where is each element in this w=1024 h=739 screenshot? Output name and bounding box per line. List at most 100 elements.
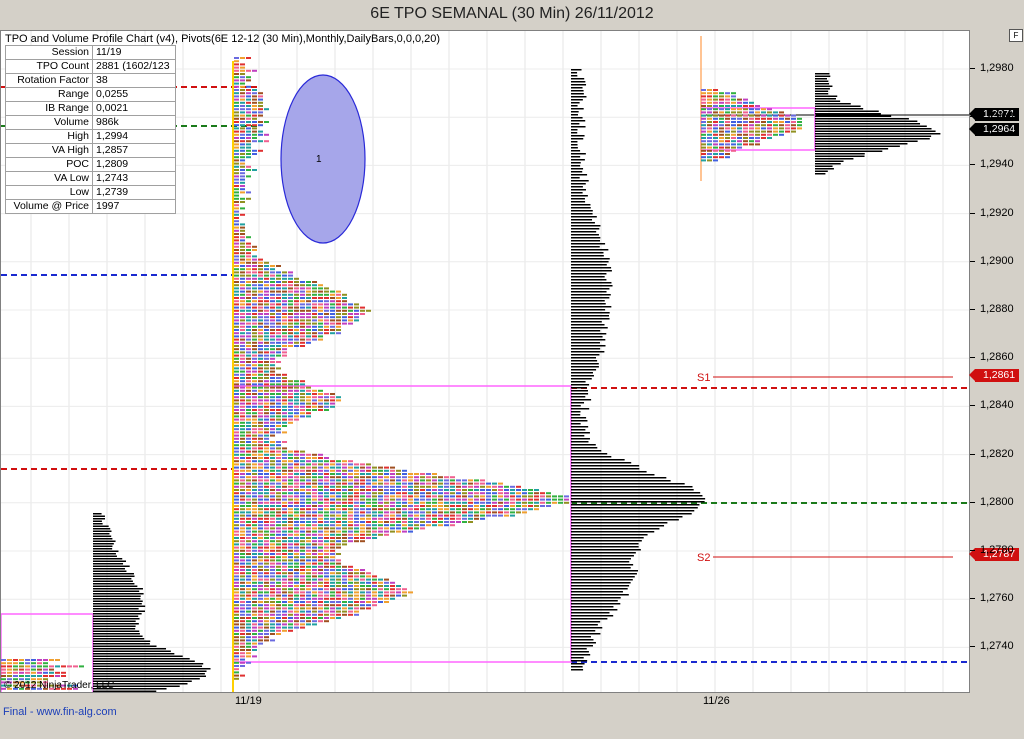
tpo-row-1126 <box>725 111 730 114</box>
tpo-row-1119 <box>354 514 359 517</box>
tpo-row-1119 <box>318 335 323 338</box>
tpo-row-1119 <box>474 508 479 511</box>
volume-row-1119 <box>571 381 586 383</box>
tpo-row-1119 <box>300 620 305 623</box>
tpo-row-1119 <box>234 393 239 395</box>
volume-row-1119 <box>571 447 598 449</box>
tpo-row-1119 <box>318 460 323 463</box>
tpo-row-1119 <box>270 415 275 418</box>
tpo-row-1119 <box>354 511 359 514</box>
tpo-row-1119 <box>498 492 503 495</box>
tpo-row-1119 <box>378 601 383 603</box>
volume-row-prev <box>93 560 127 562</box>
tpo-row-1119 <box>240 556 245 559</box>
tpo-row-1119 <box>246 284 251 287</box>
volume-row-1119 <box>571 546 639 548</box>
tpo-row-1119 <box>240 604 245 607</box>
volume-row-1119 <box>571 345 606 347</box>
tpo-row-1119 <box>282 524 287 527</box>
tpo-row-1119 <box>336 562 341 565</box>
tpo-row-1119 <box>264 530 269 533</box>
tpo-row-1119 <box>396 489 401 491</box>
volume-row-1119 <box>571 372 593 374</box>
volume-row-1119 <box>571 468 640 470</box>
tpo-row-1119 <box>492 489 497 491</box>
tpo-row-1119 <box>246 290 251 293</box>
tpo-row-1119 <box>498 482 503 485</box>
tpo-row-1119 <box>324 300 329 303</box>
volume-row-1119 <box>571 405 581 407</box>
tpo-row-1119 <box>414 495 419 498</box>
tpo-row-1119 <box>330 604 335 607</box>
tpo-row-1119 <box>282 399 287 402</box>
price-axis[interactable]: 1,2971 1,2964 1,2861 1,2787 1,2980 1,2960… <box>968 30 1024 693</box>
tpo-row-1119 <box>384 469 389 472</box>
tpo-row-1119 <box>246 127 251 130</box>
tpo-row-1119 <box>240 485 245 488</box>
volume-row-1119 <box>571 669 584 671</box>
tpo-row-1119 <box>324 610 329 613</box>
tpo-row-1119 <box>264 543 269 546</box>
tpo-row-1119 <box>432 495 437 498</box>
footer-link[interactable]: Final - www.fin-alg.com <box>3 706 117 718</box>
tpo-row-1119 <box>318 578 323 581</box>
tpo-row-1119 <box>276 389 281 392</box>
tpo-row-1119 <box>306 601 311 603</box>
tpo-row-1119 <box>336 588 341 591</box>
tpo-row-1119 <box>240 623 245 626</box>
tpo-row-1119 <box>444 501 449 504</box>
tpo-row-1119 <box>258 524 263 527</box>
tpo-row-1119 <box>246 274 251 277</box>
tpo-row-1119 <box>258 572 263 575</box>
tpo-row-1119 <box>240 149 245 152</box>
tpo-row-prev <box>19 662 24 665</box>
tpo-row-1119 <box>246 601 251 603</box>
tpo-row-1119 <box>330 399 335 402</box>
stats-label: Volume @ Price <box>5 199 93 214</box>
annotation-ellipse[interactable] <box>280 74 366 244</box>
tpo-row-1119 <box>240 117 245 120</box>
volume-row-prev <box>93 633 140 635</box>
tpo-row-1119 <box>288 271 293 274</box>
format-button[interactable]: F <box>1009 29 1023 42</box>
tpo-row-1119 <box>240 508 245 511</box>
tpo-row-1119 <box>246 649 251 651</box>
tpo-row-1119 <box>282 354 287 357</box>
tpo-row-1119 <box>246 617 251 619</box>
tpo-row-1119 <box>264 329 269 331</box>
tpo-row-prev <box>43 675 48 677</box>
tpo-row-1119 <box>288 508 293 511</box>
tpo-row-1119 <box>258 501 263 504</box>
tpo-row-1119 <box>360 530 365 533</box>
tpo-row-1119 <box>282 559 287 562</box>
tpo-row-prev <box>43 665 48 668</box>
tpo-row-1119 <box>300 537 305 539</box>
tpo-row-1119 <box>252 95 257 98</box>
tpo-row-1119 <box>294 300 299 303</box>
tpo-row-1119 <box>246 338 251 341</box>
tpo-row-1119 <box>336 476 341 479</box>
tpo-row-1119 <box>318 479 323 482</box>
tpo-row-1126 <box>701 146 706 149</box>
tpo-row-1119 <box>246 242 251 245</box>
chart-panel[interactable]: 1 S1 S2 TPO and Volume Profile Chart (v4… <box>0 30 970 693</box>
tpo-row-1119 <box>396 492 401 495</box>
tpo-row-1119 <box>366 505 371 507</box>
tpo-row-1119 <box>528 501 533 504</box>
tpo-row-1126 <box>707 105 712 107</box>
tpo-row-1126 <box>731 105 736 107</box>
tpo-row-1119 <box>258 290 263 293</box>
tpo-row-1119 <box>360 309 365 312</box>
tpo-row-1119 <box>312 489 317 491</box>
tpo-row-1119 <box>282 543 287 546</box>
tpo-row-1119 <box>270 329 275 331</box>
tpo-row-1119 <box>270 309 275 312</box>
tpo-row-1119 <box>294 389 299 392</box>
tpo-row-1119 <box>240 277 245 280</box>
tpo-row-1119 <box>234 495 239 498</box>
tpo-row-1119 <box>456 482 461 485</box>
tpo-row-1119 <box>498 511 503 514</box>
volume-row-1126 <box>815 108 864 110</box>
tpo-row-1119 <box>378 466 383 469</box>
tpo-row-1119 <box>354 498 359 501</box>
